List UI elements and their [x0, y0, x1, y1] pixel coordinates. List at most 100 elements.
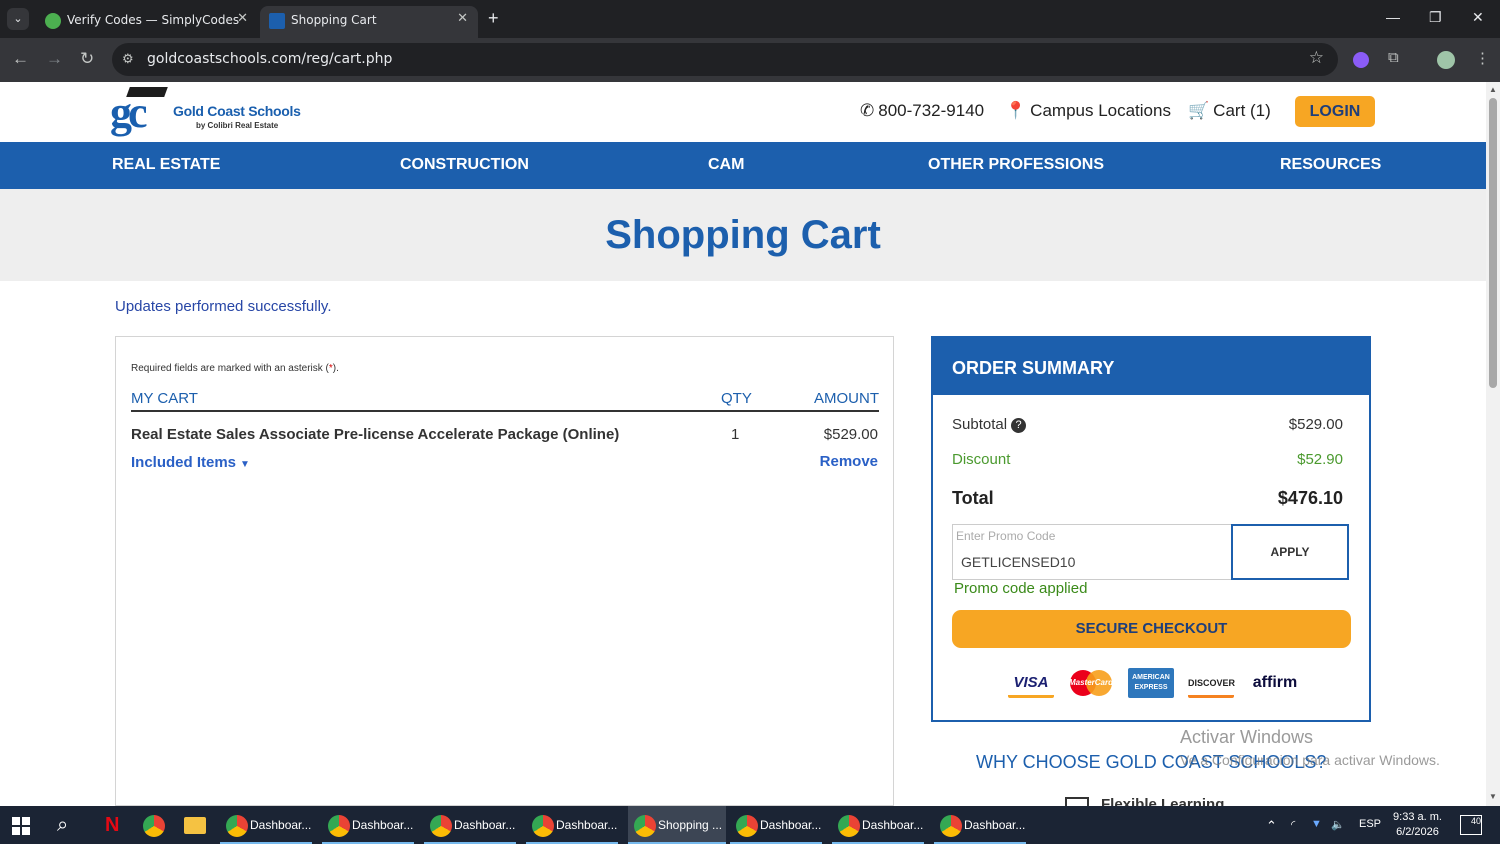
site-info-icon[interactable]: ⚙ [122, 51, 134, 67]
gold-coast-logo[interactable]: gc Gold Coast Schools by Colibri Real Es… [110, 87, 305, 135]
subtotal-row: Subtotal? $529.00 [952, 416, 1343, 433]
address-bar[interactable]: ⚙ goldcoastschools.com/reg/cart.php ☆ [112, 43, 1338, 76]
promo-code-input[interactable]: GETLICENSED10 [961, 554, 1075, 570]
update-success-message: Updates performed successfully. [115, 298, 332, 315]
total-row: Total $476.10 [952, 488, 1343, 509]
col-qty: QTY [721, 390, 752, 407]
search-icon[interactable]: ⌕ [57, 814, 68, 837]
discount-value: $52.90 [1297, 451, 1343, 468]
cart-icon: 🛒 [1188, 101, 1210, 120]
taskbar-app-dashboard-4[interactable]: Dashboar... [526, 806, 618, 844]
new-tab-icon[interactable]: + [488, 8, 499, 29]
chrome-icon[interactable] [143, 815, 165, 837]
page-scrollbar[interactable]: ▲ ▼ [1486, 82, 1500, 806]
scroll-up-icon[interactable]: ▲ [1489, 85, 1497, 94]
total-label: Total [952, 488, 994, 508]
bookmark-star-icon[interactable]: ☆ [1309, 48, 1324, 68]
caret-down-icon: ▼ [240, 459, 250, 470]
chrome-icon [838, 815, 860, 837]
discover-icon: DISCOVER [1188, 668, 1235, 698]
close-tab-icon[interactable]: ✕ [237, 11, 248, 26]
campus-locations-link[interactable]: 📍 Campus Locations [1005, 101, 1171, 121]
profile-avatar[interactable] [1437, 51, 1455, 69]
cart-label: Cart (1) [1213, 101, 1271, 120]
chrome-icon [736, 815, 758, 837]
network-icon[interactable]: ◜ [1291, 818, 1295, 831]
tab-shopping-cart[interactable]: Shopping Cart ✕ [260, 6, 478, 38]
menu-kebab-icon[interactable]: ⋮ [1475, 49, 1490, 67]
scrollbar-thumb[interactable] [1489, 98, 1497, 388]
col-my-cart: MY CART [131, 390, 198, 407]
main-nav: REAL ESTATE CONSTRUCTION CAM OTHER PROFE… [0, 142, 1486, 189]
taskbar-app-dashboard-6[interactable]: Dashboar... [832, 806, 924, 844]
flexible-learning-item: Flexible Learning [1065, 796, 1224, 806]
chrome-icon [328, 815, 350, 837]
language-indicator[interactable]: ESP [1359, 818, 1381, 830]
cart-item-qty: 1 [731, 426, 740, 443]
minimize-icon[interactable]: — [1386, 9, 1400, 25]
scroll-down-icon[interactable]: ▼ [1489, 792, 1497, 801]
vpn-shield-icon[interactable]: ▼ [1311, 818, 1322, 830]
cart-item-amount: $529.00 [823, 426, 878, 443]
subtotal-value: $529.00 [1288, 416, 1343, 433]
close-window-icon[interactable]: ✕ [1472, 9, 1484, 26]
taskbar-app-dashboard-1[interactable]: Dashboar... [220, 806, 312, 844]
promo-code-field[interactable]: Enter Promo Code GETLICENSED10 APPLY [952, 524, 1349, 580]
promo-placeholder: Enter Promo Code [956, 529, 1056, 543]
nav-resources[interactable]: RESOURCES [1280, 156, 1381, 174]
taskbar-app-dashboard-7[interactable]: Dashboar... [934, 806, 1026, 844]
included-items-toggle[interactable]: Included Items ▼ [131, 454, 250, 471]
affirm-icon: affirm [1248, 668, 1302, 698]
reload-icon[interactable]: ↻ [80, 49, 94, 69]
windows-activation-subtext: Ve a Configuración para activar Windows. [1180, 752, 1440, 768]
nav-cam[interactable]: CAM [708, 156, 744, 174]
nav-construction[interactable]: CONSTRUCTION [400, 156, 529, 174]
page-title: Shopping Cart [605, 213, 881, 257]
discount-label: Discount [952, 451, 1011, 468]
windows-taskbar: ⌕ N Dashboar... Dashboar... Dashboar... … [0, 806, 1500, 844]
extensions-puzzle-icon[interactable]: ⧉ [1388, 49, 1399, 66]
chrome-icon [532, 815, 554, 837]
phone-icon: ✆ [860, 101, 875, 120]
netflix-icon[interactable]: N [105, 814, 119, 837]
volume-icon[interactable]: 🔈 [1331, 818, 1345, 831]
goldcoast-favicon-icon [269, 13, 285, 29]
discount-row: Discount $52.90 [952, 451, 1343, 468]
tab-search-dropdown-icon[interactable]: ⌄ [7, 8, 29, 30]
apply-promo-button[interactable]: APPLY [1231, 524, 1349, 580]
help-question-icon[interactable]: ? [1011, 418, 1027, 433]
notifications-icon[interactable]: 40 [1460, 815, 1482, 835]
nav-other-professions[interactable]: OTHER PROFESSIONS [928, 156, 1104, 174]
url-text[interactable]: goldcoastschools.com/reg/cart.php [147, 51, 392, 67]
back-icon[interactable]: ← [12, 49, 29, 69]
order-summary-title: ORDER SUMMARY [952, 358, 1115, 378]
taskbar-app-dashboard-5[interactable]: Dashboar... [730, 806, 822, 844]
secure-checkout-button[interactable]: SECURE CHECKOUT [952, 610, 1351, 648]
login-button[interactable]: LOGIN [1295, 96, 1375, 127]
cart-panel: Required fields are marked with an aster… [115, 336, 894, 806]
payment-methods: VISA MasterCard AMERICAN EXPRESS DISCOVE… [1008, 668, 1308, 698]
restore-icon[interactable]: ❐ [1429, 9, 1442, 26]
browser-tabbar: ⌄ Verify Codes — SimplyCodes ✕ Shopping … [0, 0, 1500, 38]
tab-verify-codes[interactable]: Verify Codes — SimplyCodes ✕ [36, 6, 258, 38]
file-explorer-icon[interactable] [184, 817, 206, 834]
taskbar-app-shopping[interactable]: Shopping ... [628, 806, 726, 844]
taskbar-app-dashboard-2[interactable]: Dashboar... [322, 806, 414, 844]
nav-real-estate[interactable]: REAL ESTATE [112, 156, 220, 174]
mastercard-icon: MasterCard [1068, 668, 1114, 698]
laptop-icon [1065, 797, 1089, 806]
tray-chevron-up-icon[interactable]: ⌃ [1266, 818, 1277, 834]
windows-start-icon[interactable] [12, 817, 30, 835]
cart-link[interactable]: 🛒 Cart (1) [1188, 101, 1271, 121]
logo-mark: gc [110, 88, 147, 137]
web-page: gc Gold Coast Schools by Colibri Real Es… [0, 82, 1486, 806]
close-tab-icon[interactable]: ✕ [457, 11, 468, 26]
phone-number: 800-732-9140 [878, 101, 985, 120]
remove-item-button[interactable]: Remove [820, 453, 878, 470]
tab-title: Verify Codes — SimplyCodes [67, 13, 240, 27]
system-clock[interactable]: 9:33 a. m. 6/2/2026 [1390, 810, 1445, 840]
forward-icon[interactable]: → [46, 49, 63, 69]
phone-link[interactable]: ✆ 800-732-9140 [860, 101, 984, 121]
taskbar-app-dashboard-3[interactable]: Dashboar... [424, 806, 516, 844]
extension-icon[interactable] [1353, 52, 1369, 68]
